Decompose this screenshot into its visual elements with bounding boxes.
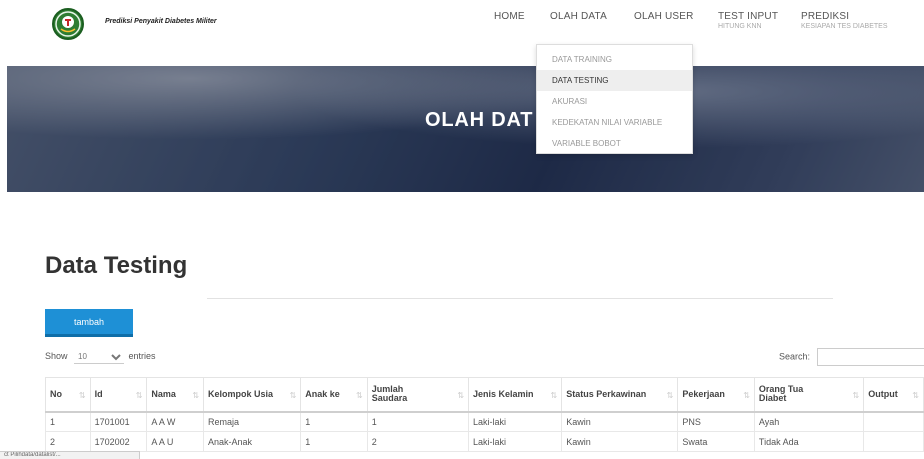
dropdown-item-akurasi[interactable]: AKURASI bbox=[537, 91, 692, 112]
hero-banner: OLAH DAT bbox=[7, 66, 924, 192]
nav-prediksi-sub: KESIAPAN TES DIABETES bbox=[801, 23, 888, 30]
table-cell bbox=[863, 411, 924, 432]
entries-label: entries bbox=[128, 351, 156, 361]
column-header-label: Anak ke bbox=[305, 388, 340, 399]
olah-data-dropdown: DATA TRAINING DATA TESTING AKURASI KEDEK… bbox=[536, 44, 693, 154]
sort-icon: ⇅ bbox=[550, 390, 558, 400]
table-cell: Anak-Anak bbox=[203, 431, 302, 452]
show-label: Show bbox=[45, 351, 68, 361]
page: Prediksi Penyakit Diabetes Militer HOME … bbox=[0, 0, 924, 459]
table-cell: Swata bbox=[677, 431, 755, 452]
logo-emblem-icon[interactable] bbox=[52, 8, 84, 40]
nav-olah-data[interactable]: OLAH DATA bbox=[550, 11, 607, 22]
nav-prediksi-label: PREDIKSI bbox=[801, 11, 850, 22]
search-control: Search: bbox=[779, 348, 924, 366]
column-header-kelompok-usia[interactable]: Kelompok Usia ⇅ bbox=[203, 377, 302, 413]
title-divider bbox=[207, 298, 833, 299]
table-cell: 1701001 bbox=[89, 411, 148, 432]
nav-olah-user[interactable]: OLAH USER bbox=[634, 11, 694, 22]
table-cell: Tidak Ada bbox=[753, 431, 865, 452]
browser-status-bar: ct Pilihdata/datalist/... bbox=[0, 451, 140, 459]
column-header-anak-ke[interactable]: Anak ke ⇅ bbox=[300, 377, 368, 413]
table-cell: Laki-laki bbox=[468, 411, 563, 432]
column-header-label: Jenis Kelamin bbox=[473, 388, 534, 399]
column-header-label: Status Perkawinan bbox=[566, 388, 647, 399]
navbar: Prediksi Penyakit Diabetes Militer HOME … bbox=[0, 0, 924, 66]
column-header-status-perkawinan[interactable]: Status Perkawinan ⇅ bbox=[561, 377, 679, 413]
table-cell: 2 bbox=[366, 431, 470, 452]
sort-icon: ⇅ bbox=[743, 390, 750, 400]
table-cell: 1 bbox=[366, 411, 470, 432]
table-cell: A A U bbox=[146, 431, 205, 452]
column-header-label: Kelompok Usia bbox=[208, 388, 274, 399]
tambah-button[interactable]: tambah bbox=[45, 309, 133, 337]
column-header-label: No bbox=[50, 388, 62, 399]
sort-icon: ⇅ bbox=[192, 390, 200, 400]
data-testing-table: No ⇅ Id ⇅ Nama ⇅ Kelompok Usia ⇅ Anak ke ⇅ Ju… bbox=[45, 377, 924, 452]
sort-icon: ⇅ bbox=[457, 390, 465, 400]
search-input[interactable] bbox=[816, 348, 924, 366]
column-header-pekerjaan[interactable]: Pekerjaan ⇅ bbox=[677, 377, 755, 413]
column-header-label: Nama bbox=[151, 388, 176, 399]
table-cell: 1 bbox=[45, 411, 91, 432]
table-cell: Remaja bbox=[203, 411, 302, 432]
brand-name[interactable]: Prediksi Penyakit Diabetes Militer bbox=[105, 18, 217, 25]
table-cell: A A W bbox=[146, 411, 205, 432]
table-cell: 1 bbox=[300, 431, 368, 452]
column-header-jumlah-saudara[interactable]: Jumlah Saudara ⇅ bbox=[366, 377, 470, 413]
nav-olah-user-label: OLAH USER bbox=[634, 11, 694, 22]
table-row: 1 1701001 A A W Remaja 1 1 Laki-laki Kaw… bbox=[45, 411, 924, 432]
table-cell: 2 bbox=[45, 431, 91, 452]
table-cell: Kawin bbox=[561, 431, 679, 452]
table-cell: 1 bbox=[300, 411, 368, 432]
column-header-jenis-kelamin[interactable]: Jenis Kelamin ⇅ bbox=[468, 377, 563, 413]
dropdown-item-data-testing[interactable]: DATA TESTING bbox=[537, 70, 692, 91]
sort-icon: ⇅ bbox=[289, 390, 297, 400]
hero-title: OLAH DAT bbox=[425, 109, 534, 131]
column-header-label: Orang Tua Diabet bbox=[758, 384, 804, 404]
dropdown-item-kedekatan-nilai-variable[interactable]: KEDEKATAN NILAI VARIABLE bbox=[537, 112, 692, 133]
nav-olah-data-label: OLAH DATA bbox=[550, 11, 607, 22]
table-cell: Ayah bbox=[753, 411, 865, 432]
search-label: Search: bbox=[779, 351, 811, 362]
dropdown-item-variable-bobot[interactable]: VARIABLE BOBOT bbox=[537, 133, 692, 154]
column-header-label: Id bbox=[94, 388, 103, 399]
nav-test-input[interactable]: TEST INPUT HITUNG KNN bbox=[718, 11, 778, 30]
table-cell: Kawin bbox=[561, 411, 679, 432]
column-header-nama[interactable]: Nama ⇅ bbox=[146, 377, 205, 413]
column-header-label: Pekerjaan bbox=[682, 388, 725, 399]
table-row: 2 1702002 A A U Anak-Anak 1 2 Laki-laki … bbox=[45, 431, 924, 452]
table-cell: Laki-laki bbox=[468, 431, 563, 452]
column-header-label: Output bbox=[868, 388, 898, 399]
sort-asc-icon: ⇅ bbox=[78, 390, 86, 400]
table-cell: 1702002 bbox=[89, 431, 148, 452]
entries-length-control: Show 10 entries bbox=[45, 350, 156, 364]
table-header-row: No ⇅ Id ⇅ Nama ⇅ Kelompok Usia ⇅ Anak ke ⇅ Ju… bbox=[45, 377, 924, 413]
column-header-output[interactable]: Output ⇅ bbox=[863, 377, 924, 413]
sort-icon: ⇅ bbox=[135, 390, 143, 400]
table-cell bbox=[863, 431, 924, 452]
dropdown-item-data-training[interactable]: DATA TRAINING bbox=[537, 49, 692, 70]
sort-icon: ⇅ bbox=[666, 390, 674, 400]
column-header-orang-tua-diabet[interactable]: Orang Tua Diabet ⇅ bbox=[753, 377, 865, 413]
sort-icon: ⇅ bbox=[356, 390, 363, 400]
nav-home[interactable]: HOME bbox=[494, 11, 525, 22]
nav-home-label: HOME bbox=[494, 11, 525, 22]
column-header-id[interactable]: Id ⇅ bbox=[89, 377, 148, 413]
nav-prediksi[interactable]: PREDIKSI KESIAPAN TES DIABETES bbox=[801, 11, 888, 30]
entries-select[interactable]: 10 bbox=[74, 350, 125, 364]
nav-test-input-sub: HITUNG KNN bbox=[718, 23, 762, 30]
column-header-no[interactable]: No ⇅ bbox=[45, 377, 91, 413]
page-title: Data Testing bbox=[45, 252, 188, 279]
sort-icon: ⇅ bbox=[852, 390, 860, 400]
sort-icon: ⇅ bbox=[912, 390, 919, 400]
nav-test-input-label: TEST INPUT bbox=[718, 11, 779, 22]
table-cell: PNS bbox=[677, 411, 755, 432]
column-header-label: Jumlah Saudara bbox=[371, 384, 408, 404]
